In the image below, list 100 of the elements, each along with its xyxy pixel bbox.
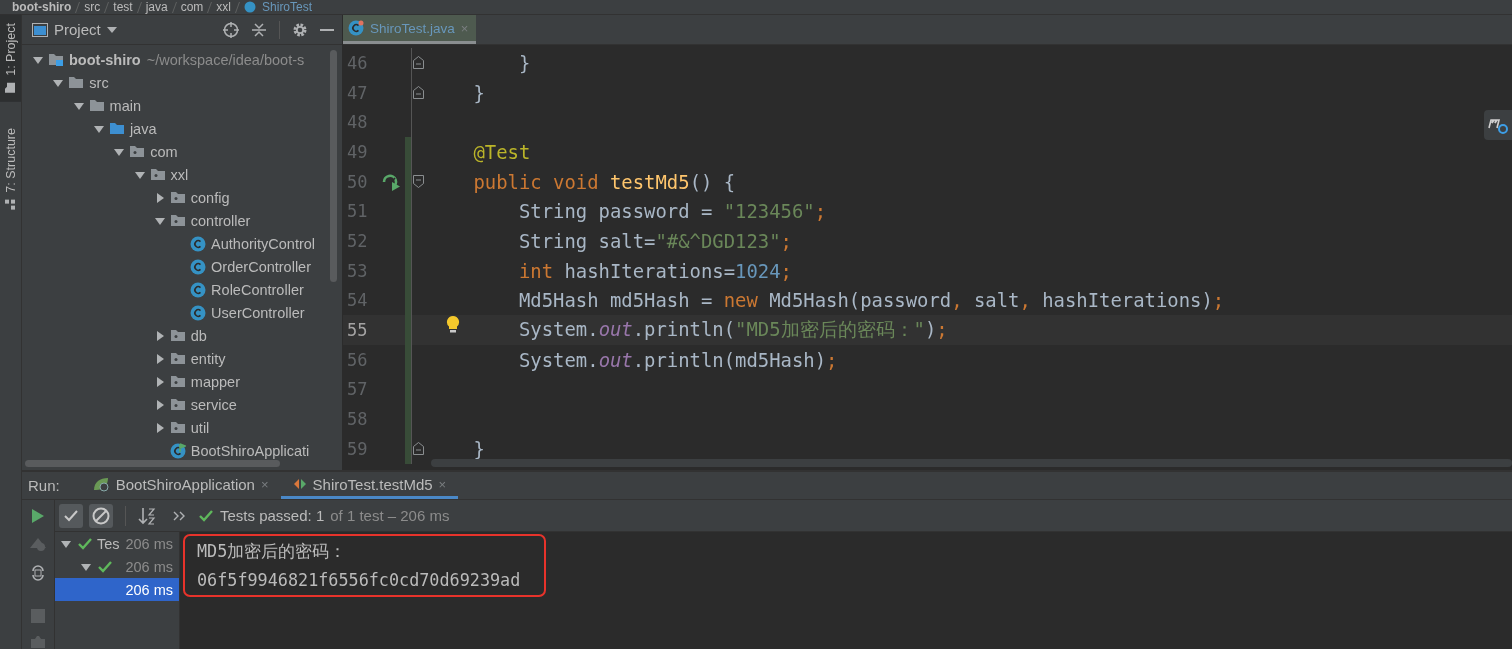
toggle-auto-rerun-icon[interactable]	[30, 564, 46, 582]
line-number: 54	[346, 290, 369, 311]
test-row[interactable]: Tes 206 ms	[55, 532, 179, 555]
fold-start-icon[interactable]	[412, 175, 424, 189]
module-path: ~/workspace/idea/boot-s	[146, 51, 305, 68]
tree-item[interactable]: BootShiroApplicati	[190, 442, 310, 459]
breadcrumb-item[interactable]: com	[180, 0, 204, 14]
tree-item[interactable]: java	[129, 120, 157, 137]
run-test-icon[interactable]	[381, 172, 401, 191]
package-folder-icon	[149, 167, 166, 182]
folder-icon	[88, 98, 105, 113]
sort-icon[interactable]	[138, 506, 156, 525]
package-folder-icon	[169, 190, 186, 205]
line-number: 48	[346, 112, 369, 133]
lightbulb-icon[interactable]	[446, 315, 460, 334]
folder-icon	[4, 81, 17, 94]
folder-icon	[68, 75, 85, 90]
breadcrumb-item[interactable]: java	[145, 0, 168, 14]
code-line: System.out.println(md5Hash);	[519, 348, 838, 371]
package-folder-icon	[169, 351, 186, 366]
code-line: String password = "123456";	[519, 200, 827, 223]
code-line: public void testMd5() {	[473, 170, 736, 193]
test-name[interactable]: Tes	[97, 535, 120, 552]
tool-window-label: 7: Structure	[3, 127, 18, 193]
test-duration: 206 ms	[125, 581, 174, 598]
code-line: int hashIterations=1024;	[519, 259, 792, 282]
breadcrumb-item[interactable]: test	[113, 0, 133, 14]
line-number: 56	[346, 349, 369, 370]
vertical-scrollbar[interactable]	[330, 50, 337, 282]
panel-title[interactable]: Project	[54, 21, 101, 38]
class-run-icon	[169, 442, 186, 459]
test-row[interactable]: 206 ms	[55, 578, 179, 601]
run-icon[interactable]	[31, 508, 45, 524]
tab-label: ShiroTest.java	[370, 20, 455, 36]
tree-item[interactable]: config	[190, 189, 230, 206]
tree-item[interactable]: controller	[190, 212, 251, 229]
tree-item[interactable]: AuthorityControl	[211, 235, 316, 252]
tool-window-tab[interactable]: 7: Structure	[0, 119, 21, 219]
class-icon	[190, 258, 207, 275]
split-arrows-icon	[292, 478, 307, 490]
horizontal-scrollbar[interactable]	[25, 460, 280, 467]
package-folder-icon	[169, 420, 186, 435]
console-line: MD5加密后的密码：	[197, 540, 348, 563]
breadcrumb-item[interactable]: xxl	[216, 0, 232, 14]
tab-label: BootShiroApplication	[115, 475, 255, 493]
line-number: 59	[346, 438, 369, 459]
tests-status-detail: of 1 test – 206 ms	[330, 507, 450, 524]
tree-item[interactable]: com	[150, 143, 178, 160]
filter-toggle[interactable]	[89, 503, 113, 528]
tool-window-tab[interactable]: 1: Project	[0, 15, 21, 102]
line-number: 55	[346, 320, 369, 341]
package-folder-icon	[129, 144, 146, 159]
fold-end-icon[interactable]	[412, 86, 424, 100]
more-icon[interactable]	[172, 509, 186, 522]
code-line: }	[473, 81, 485, 104]
test-row[interactable]: 206 ms	[55, 555, 179, 578]
line-number: 57	[346, 379, 369, 400]
tree-item[interactable]: boot-shiro	[69, 51, 141, 68]
fold-end-icon[interactable]	[412, 56, 424, 70]
tree-item[interactable]: src	[89, 74, 109, 91]
code-line: System.out.println("MD5加密后的密码：");	[519, 318, 948, 341]
line-number: 47	[346, 82, 369, 103]
settings-icon[interactable]	[292, 21, 308, 38]
tree-item[interactable]: mapper	[190, 373, 240, 390]
tree-item[interactable]: xxl	[170, 166, 189, 183]
fold-end-icon[interactable]	[412, 442, 424, 456]
locate-icon[interactable]	[223, 21, 239, 38]
tree-item[interactable]: entity	[190, 350, 226, 367]
code-line: String salt="#&^DGD123";	[519, 229, 792, 252]
tree-item[interactable]: OrderController	[211, 258, 311, 275]
tree-item[interactable]: main	[109, 97, 142, 114]
line-number: 46	[346, 52, 369, 73]
tool-window-label: 1: Project	[3, 23, 18, 76]
code-line: }	[473, 437, 485, 460]
caret-icon[interactable]	[106, 26, 117, 33]
tree-item[interactable]: RoleController	[211, 281, 304, 298]
test-duration: 206 ms	[125, 558, 174, 575]
tree-item[interactable]: util	[190, 419, 210, 436]
console-line: 06f5f9946821f6556fc0cd70d69239ad	[197, 569, 521, 592]
code-line: Md5Hash md5Hash = new Md5Hash(password, salt, hashIterations);	[519, 289, 1225, 312]
breadcrumb-item[interactable]: src	[84, 0, 101, 14]
run-tab[interactable]: BootShiroApplication ×	[79, 472, 281, 499]
reload-icon	[1488, 116, 1508, 134]
tree-item[interactable]: db	[190, 327, 207, 344]
class-icon	[190, 281, 207, 298]
breadcrumb-item[interactable]: ShiroTest	[262, 0, 313, 14]
module-folder-icon	[48, 52, 64, 67]
tree-item[interactable]: UserController	[211, 304, 305, 321]
line-number: 49	[346, 141, 369, 162]
leaf-icon	[91, 476, 110, 492]
code-line: }	[519, 51, 531, 74]
filter-toggle[interactable]	[59, 503, 83, 528]
maven-panel-button[interactable]	[1484, 110, 1512, 140]
line-number: 53	[346, 260, 369, 281]
folder-icon	[108, 121, 125, 136]
breadcrumb-item[interactable]: boot-shiro	[12, 0, 72, 14]
line-number: 58	[346, 409, 369, 430]
collapse-icon[interactable]	[251, 21, 267, 38]
line-number: 50	[346, 171, 369, 192]
tree-item[interactable]: service	[190, 396, 237, 413]
